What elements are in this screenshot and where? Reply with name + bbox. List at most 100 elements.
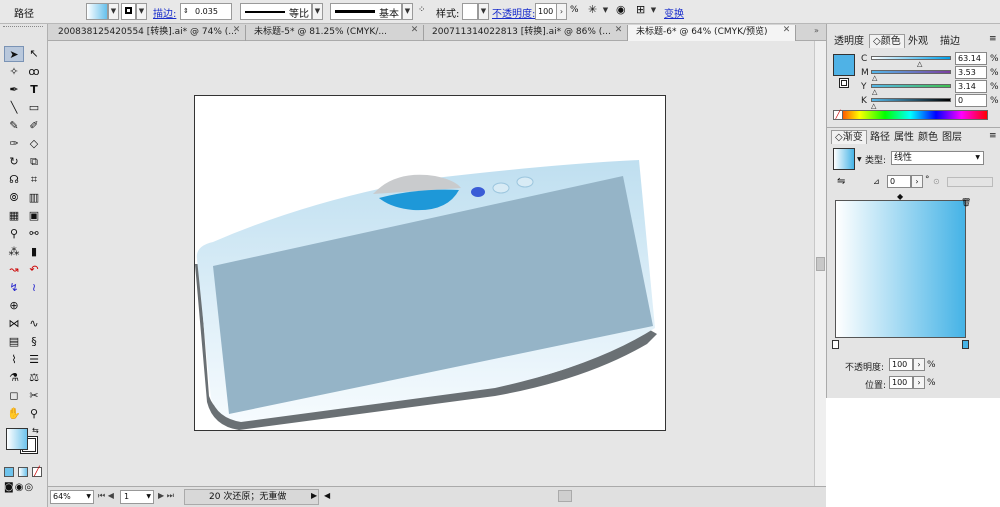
globe-icon[interactable]: ◉ <box>616 3 626 16</box>
envelope-tool-icon[interactable]: ⋈ <box>4 316 24 332</box>
brush-select[interactable]: 基本 <box>330 3 402 20</box>
slider-thumb-m-icon[interactable]: △ <box>872 74 877 82</box>
swap-colors-icon[interactable]: ⇆ <box>32 426 39 435</box>
close-tab-icon[interactable]: ✕ <box>613 25 624 36</box>
document-tab[interactable]: 未标题-5* @ 81.25% (CMYK/... ✕ <box>246 25 424 41</box>
panel-menu-icon[interactable]: ≡ <box>989 34 997 44</box>
tab-appearance[interactable]: 外观 <box>905 35 931 49</box>
paintbrush-tool-icon[interactable]: ✎ <box>4 118 24 134</box>
stop-location-input[interactable]: 100 <box>889 376 913 389</box>
input-y[interactable]: 3.14 <box>955 80 987 93</box>
fill-swatch[interactable] <box>86 3 108 20</box>
slider-thumb-y-icon[interactable]: △ <box>872 88 877 96</box>
live-paint-tool-icon[interactable]: ⚗ <box>4 370 24 386</box>
input-m[interactable]: 3.53 <box>955 66 987 79</box>
blend-tool-icon[interactable]: ⚯ <box>24 226 44 242</box>
tab-color-2[interactable]: 颜色 <box>915 131 941 145</box>
tab-stroke[interactable]: 描边 <box>937 35 963 49</box>
align-icon[interactable]: ⊞ <box>636 3 645 16</box>
zoom-select[interactable]: 64% ▼ <box>50 490 94 504</box>
warp-tool-icon[interactable]: ☊ <box>4 172 24 188</box>
mesh-tool-icon[interactable]: ▦ <box>4 208 24 224</box>
rectangle-tool-icon[interactable]: ▭ <box>24 100 44 116</box>
none-color-icon[interactable]: ╱ <box>833 110 843 120</box>
pen-tool-icon[interactable]: ✒ <box>4 82 24 98</box>
panel-menu-icon[interactable]: ≡ <box>989 131 997 141</box>
reshape-tool-icon[interactable]: ↝ <box>4 262 24 278</box>
direct-selection-tool-icon[interactable]: ↖ <box>24 46 44 62</box>
transform-link[interactable]: 变换 <box>664 5 684 20</box>
smooth-tool-icon[interactable]: ≀ <box>24 280 44 296</box>
recolor-icon[interactable]: ✳ <box>588 3 597 16</box>
style-dropdown[interactable]: ▼ <box>478 3 489 20</box>
pencil-tool-icon[interactable]: ✐ <box>24 118 44 134</box>
opacity-link[interactable]: 不透明度: <box>492 5 535 20</box>
close-tab-icon[interactable]: ✕ <box>409 25 420 36</box>
gradient-type-select[interactable]: 线性 ▼ <box>891 151 984 165</box>
arc-tool-icon[interactable]: ↶ <box>24 262 44 278</box>
gradient-mode-icon[interactable] <box>18 467 28 477</box>
twirl-tool-icon[interactable]: § <box>24 334 44 350</box>
stroke-swatch[interactable] <box>121 3 136 20</box>
zoom-tool-icon[interactable]: ⚲ <box>24 406 44 422</box>
tab-pathfinder[interactable]: 路径 <box>867 131 893 145</box>
vertical-scrollbar[interactable] <box>814 41 826 486</box>
live-paint-select-tool-icon[interactable]: ⚖ <box>24 370 44 386</box>
none-mode-icon[interactable]: ╱ <box>32 467 42 477</box>
color-mode-icon[interactable] <box>4 467 14 477</box>
document-tab[interactable]: 200838125420554 [转换].ai* @ 74% (... ✕ <box>50 25 246 41</box>
grid-tool-icon[interactable]: ▤ <box>4 334 24 350</box>
blob-brush-tool-icon[interactable]: ✑ <box>4 136 24 152</box>
artboard-nav-next-icon[interactable]: ▶ ⏭ <box>158 491 174 501</box>
gradient-preview[interactable] <box>835 200 966 338</box>
stroke-link[interactable]: 描边: <box>153 5 176 20</box>
scroll-thumb[interactable] <box>816 257 825 271</box>
artboard-nav-first-icon[interactable]: ⏮ ◀ <box>98 491 114 501</box>
hand-tool-icon[interactable]: ✋ <box>4 406 24 422</box>
input-k[interactable]: 0 <box>955 94 987 107</box>
slider-k[interactable] <box>871 98 951 102</box>
style-swatch[interactable] <box>462 3 478 20</box>
slider-c[interactable] <box>871 56 951 60</box>
symbol-sprayer-tool-icon[interactable]: ⁂ <box>4 244 24 260</box>
gradient-tool-icon[interactable]: ▣ <box>24 208 44 224</box>
type-tool-icon[interactable]: T <box>24 82 44 98</box>
input-c[interactable]: 63.14 <box>955 52 987 65</box>
tab-color[interactable]: ◇颜色 <box>869 34 905 48</box>
stroke-swatch[interactable] <box>839 78 849 88</box>
slider-y[interactable] <box>871 84 951 88</box>
artboard[interactable] <box>194 95 666 431</box>
close-tab-icon[interactable]: ✕ <box>231 25 242 36</box>
draw-mode-icons[interactable]: ◙◉◎ <box>4 482 34 493</box>
document-tab[interactable]: 200711314022813 [转换].ai* @ 86% (... ✕ <box>424 25 628 41</box>
opacity-arrow-icon[interactable]: › <box>556 3 567 20</box>
tab-transparency[interactable]: 透明度 <box>831 35 867 49</box>
lasso-tool-icon[interactable]: ꝏ <box>24 64 44 80</box>
slider-thumb-c-icon[interactable]: △ <box>917 60 922 68</box>
perspective-grid-tool-icon[interactable]: ▥ <box>24 190 44 206</box>
angle-arrow-icon[interactable]: › <box>911 175 923 188</box>
gradient-preview-swatch[interactable] <box>833 148 855 170</box>
fill-color-box[interactable] <box>6 428 28 450</box>
grid-icon[interactable]: ⁘ <box>418 5 426 15</box>
slider-m[interactable] <box>871 70 951 74</box>
convert-anchor-tool-icon[interactable]: ↯ <box>4 280 24 296</box>
stepper-icon[interactable]: ⇕ <box>183 4 189 19</box>
brush-dropdown[interactable]: ▼ <box>402 3 413 20</box>
align-dropdown-icon[interactable]: ▼ <box>648 3 659 20</box>
fill-swatch[interactable] <box>833 54 855 76</box>
target-tool-icon[interactable]: ⊕ <box>4 298 24 314</box>
horizontal-scroll-thumb[interactable] <box>558 490 572 502</box>
scroll-left-icon[interactable]: ◀ <box>324 491 330 500</box>
align-tool-icon[interactable]: ☰ <box>24 352 44 368</box>
eraser-tool-icon[interactable]: ◇ <box>24 136 44 152</box>
rotate-tool-icon[interactable]: ↻ <box>4 154 24 170</box>
scale-tool-icon[interactable]: ⧉ <box>24 154 44 170</box>
tab-overflow-icon[interactable]: » <box>814 26 819 35</box>
free-transform-tool-icon[interactable]: ⌗ <box>24 172 44 188</box>
artboard-select[interactable]: 1 ▼ <box>120 490 154 504</box>
angle-input[interactable]: 0 <box>887 175 911 188</box>
tab-layers[interactable]: 图层 <box>939 131 965 145</box>
slider-thumb-k-icon[interactable]: △ <box>871 102 876 110</box>
document-tab-active[interactable]: 未标题-6* @ 64% (CMYK/预览) ✕ <box>628 25 796 41</box>
